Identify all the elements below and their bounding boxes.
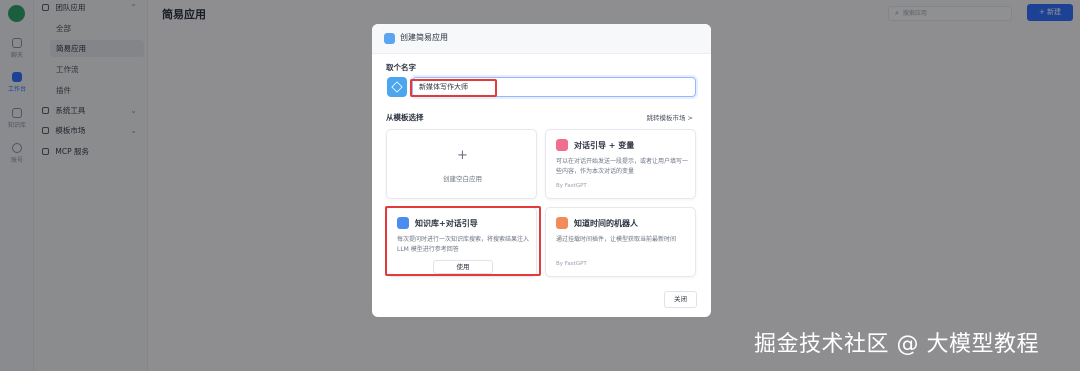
plus-icon: + (457, 148, 468, 163)
app-avatar-picker[interactable] (387, 77, 407, 97)
watermark: 掘金技术社区 @ 大模型教程 (754, 332, 1039, 357)
template-label: 从模板选择 (386, 113, 424, 122)
card-author: By FastGPT (556, 261, 587, 267)
template-card-time-bot[interactable]: 知道时间的机器人 通过挂载时间插件，让模型获取当前最新时间 By FastGPT (545, 207, 696, 277)
create-app-modal: 创建简易应用 取个名字 新媒体写作大师 从模板选择 跳转模板市场 > + 创建空… (372, 24, 711, 317)
app-logo-icon (384, 33, 395, 44)
name-label: 取个名字 (386, 63, 416, 72)
cube-icon (391, 81, 403, 93)
card-title: 知道时间的机器人 (574, 219, 638, 228)
clock-icon (556, 217, 568, 229)
modal-header: 创建简易应用 (372, 24, 711, 54)
close-button[interactable]: 关闭 (664, 291, 697, 308)
highlight-box (385, 206, 541, 276)
card-author: By FastGPT (556, 183, 587, 189)
highlight-box (410, 79, 497, 97)
template-market-link[interactable]: 跳转模板市场 > (646, 112, 693, 122)
blank-app-card[interactable]: + 创建空白应用 (386, 129, 537, 199)
card-title: 对话引导 + 变量 (574, 141, 635, 150)
chat-guide-icon (556, 139, 568, 151)
blank-app-label: 创建空白应用 (443, 175, 482, 183)
modal-title: 创建简易应用 (400, 33, 448, 42)
card-description: 可以在对话开始发送一段提示，或者让用户填写一些内容，作为本次对话的变量 (556, 158, 689, 175)
card-description: 通过挂载时间插件，让模型获取当前最新时间 (556, 236, 677, 243)
template-card-guide-variables[interactable]: 对话引导 + 变量 可以在对话开始发送一段提示，或者让用户填写一些内容，作为本次… (545, 129, 696, 199)
